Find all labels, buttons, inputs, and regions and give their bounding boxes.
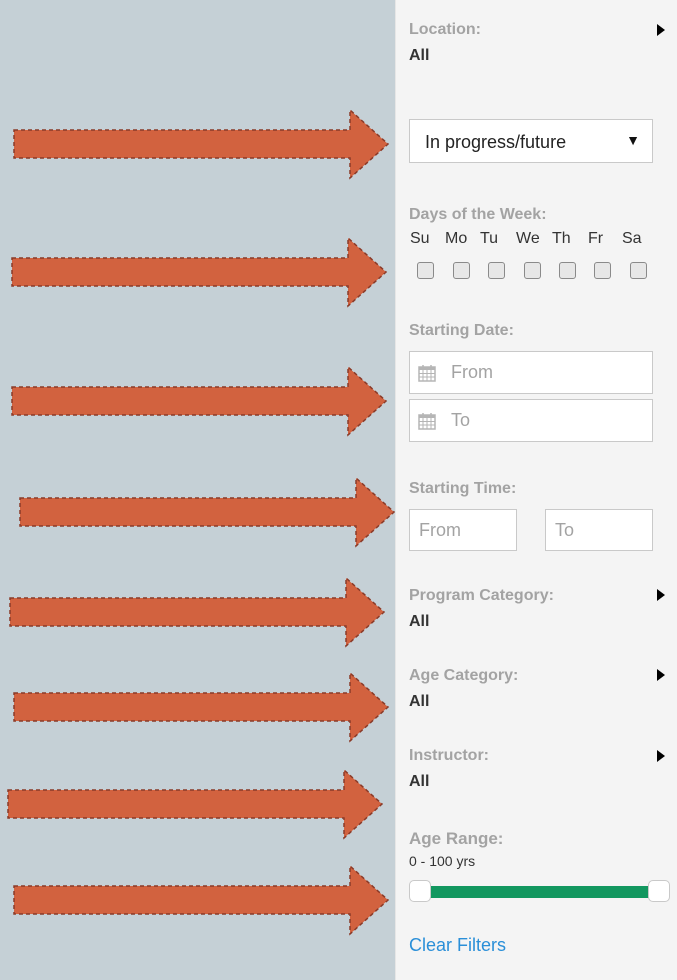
- annotation-arrow-icon: [9, 576, 386, 648]
- day-label: Mo: [445, 230, 468, 247]
- day-checkbox-su[interactable]: [417, 262, 434, 279]
- filter-panel: Location: All In progress/future ▼ Days …: [395, 0, 677, 980]
- expand-arrow-icon[interactable]: [657, 750, 665, 762]
- day-checkbox-fr[interactable]: [594, 262, 611, 279]
- location-value: All: [409, 47, 430, 64]
- age-range-slider[interactable]: [409, 880, 670, 904]
- dropdown-caret-icon: ▼: [626, 132, 640, 148]
- day-label: Tu: [480, 230, 499, 247]
- day-label: Fr: [588, 230, 604, 247]
- start-time-to-placeholder: To: [555, 520, 575, 540]
- start-date-from-placeholder: From: [451, 362, 493, 382]
- day-checkbox-tu[interactable]: [488, 262, 505, 279]
- start-time-to-input[interactable]: To: [545, 509, 653, 551]
- program-category-label: Program Category:: [409, 587, 554, 604]
- day-label: Su: [410, 230, 430, 247]
- slider-track: [419, 886, 660, 898]
- calendar-icon: [418, 413, 436, 430]
- age-range-label: Age Range:: [409, 829, 504, 848]
- expand-arrow-icon[interactable]: [657, 24, 665, 36]
- left-annotation-area: [0, 0, 396, 980]
- clear-filters-link[interactable]: Clear Filters: [409, 935, 506, 956]
- day-checkbox-th[interactable]: [559, 262, 576, 279]
- annotation-arrow-icon: [11, 236, 388, 308]
- status-select-value: In progress/future: [425, 132, 567, 152]
- annotation-arrow-icon: [13, 108, 390, 180]
- start-date-to-input[interactable]: To: [409, 399, 653, 442]
- slider-max-handle[interactable]: [648, 880, 670, 902]
- day-label: We: [516, 230, 540, 247]
- annotation-arrow-icon: [13, 671, 390, 743]
- program-category-value: All: [409, 613, 430, 630]
- instructor-label: Instructor:: [409, 747, 489, 764]
- day-label: Sa: [622, 230, 642, 247]
- expand-arrow-icon[interactable]: [657, 589, 665, 601]
- status-select[interactable]: In progress/future ▼: [409, 119, 653, 163]
- starting-time-label: Starting Time:: [409, 480, 517, 497]
- starting-date-label: Starting Date:: [409, 322, 514, 339]
- day-label: Th: [552, 230, 571, 247]
- annotation-arrow-icon: [19, 476, 396, 548]
- day-checkbox-mo[interactable]: [453, 262, 470, 279]
- day-checkbox-sa[interactable]: [630, 262, 647, 279]
- age-range-value: 0 - 100 yrs: [409, 853, 476, 869]
- start-time-from-input[interactable]: From: [409, 509, 517, 551]
- start-date-from-input[interactable]: From: [409, 351, 653, 394]
- age-category-label: Age Category:: [409, 667, 519, 684]
- annotation-arrow-icon: [7, 768, 384, 840]
- start-date-to-placeholder: To: [451, 410, 471, 430]
- days-of-week-label: Days of the Week:: [409, 206, 547, 223]
- location-label: Location:: [409, 21, 481, 38]
- calendar-icon: [418, 365, 436, 382]
- day-checkbox-we[interactable]: [524, 262, 541, 279]
- annotation-arrow-icon: [11, 365, 388, 437]
- expand-arrow-icon[interactable]: [657, 669, 665, 681]
- start-time-from-placeholder: From: [419, 520, 461, 540]
- annotation-arrow-icon: [13, 864, 390, 936]
- age-category-value: All: [409, 693, 430, 710]
- instructor-value: All: [409, 773, 430, 790]
- slider-min-handle[interactable]: [409, 880, 431, 902]
